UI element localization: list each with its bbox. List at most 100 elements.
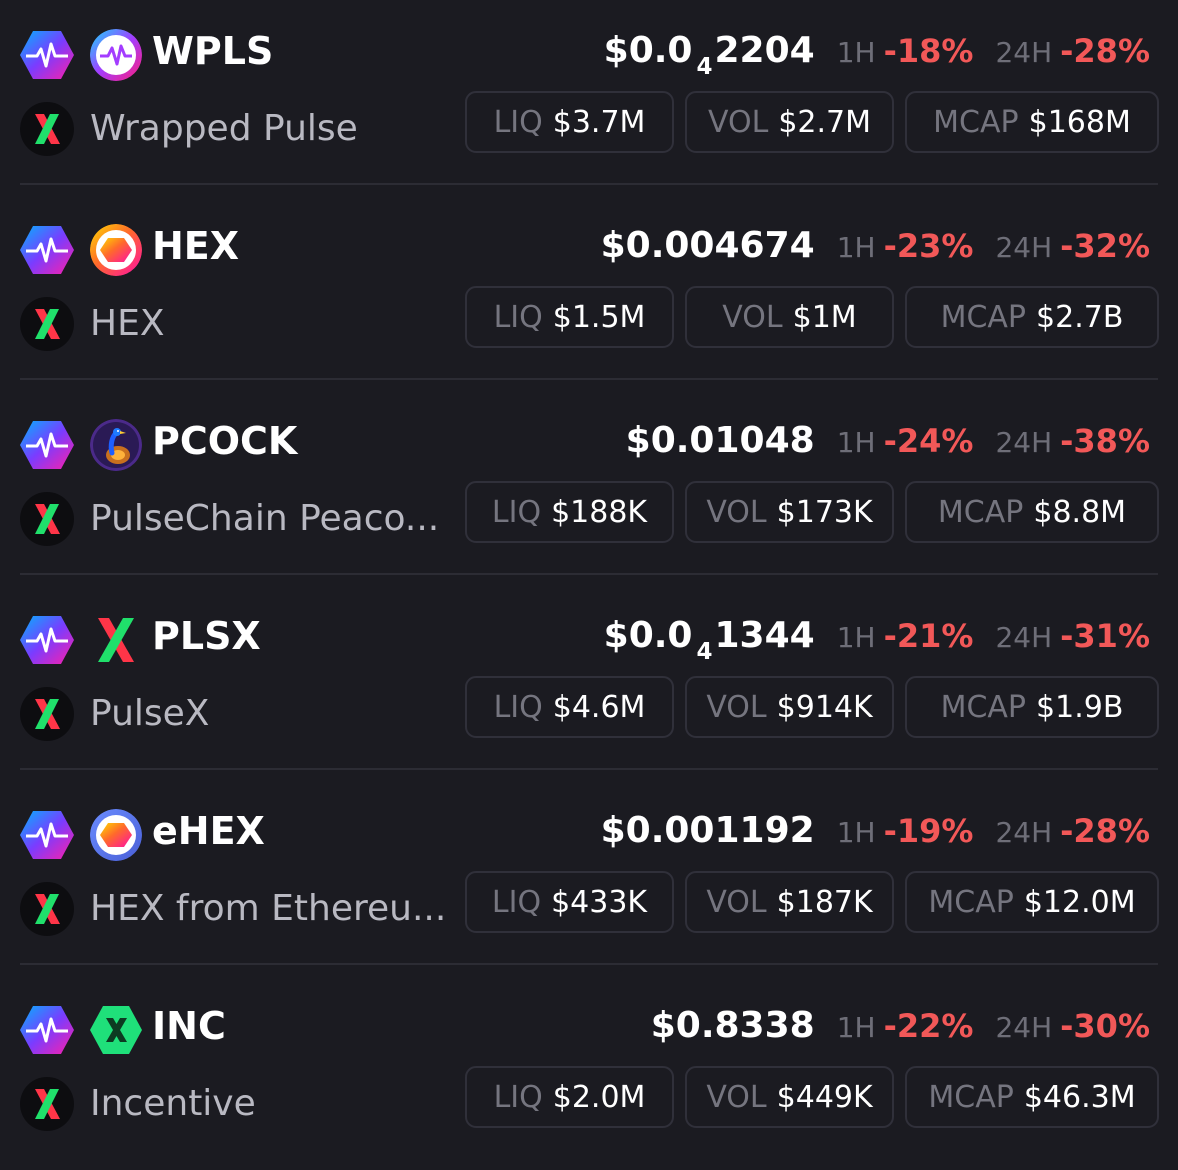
change-24h: -28% <box>1060 32 1150 70</box>
mcap-value: $8.8M <box>1033 494 1127 530</box>
volume-pill: VOL $449K <box>685 1066 894 1128</box>
vol-value: $173K <box>776 494 873 530</box>
change-24h: -30% <box>1060 1007 1150 1045</box>
change-24h-label: 24H <box>995 1011 1053 1044</box>
change-24h: -32% <box>1060 227 1150 265</box>
change-1h: -24% <box>883 422 974 460</box>
pulsechain-icon <box>20 225 74 275</box>
market-cap-pill: MCAP $46.3M <box>905 1066 1159 1128</box>
token-symbol: PLSX <box>152 614 261 658</box>
token-name: Wrapped Pulse <box>90 108 358 149</box>
row-divider <box>20 183 1158 185</box>
liquidity-pill: LIQ $188K <box>465 481 674 543</box>
mcap-value: $2.7B <box>1036 299 1124 335</box>
row-divider <box>20 768 1158 770</box>
pulsex-icon <box>20 1077 74 1131</box>
token-name: HEX <box>90 303 165 344</box>
mcap-value: $46.3M <box>1023 1079 1136 1115</box>
liq-label: LIQ <box>493 1079 543 1115</box>
mcap-label: MCAP <box>928 1079 1014 1115</box>
pulsex-icon <box>20 687 74 741</box>
mcap-label: MCAP <box>928 884 1014 920</box>
liquidity-pill: LIQ $4.6M <box>465 676 674 738</box>
vol-label: VOL <box>706 1079 767 1115</box>
change-24h: -38% <box>1060 422 1150 460</box>
change-1h-label: 1H <box>836 621 876 654</box>
vol-label: VOL <box>706 689 767 725</box>
liq-value: $1.5M <box>552 299 646 335</box>
liquidity-pill: LIQ $2.0M <box>465 1066 674 1128</box>
row-divider <box>20 963 1158 965</box>
vol-value: $187K <box>776 884 873 920</box>
row-divider <box>20 573 1158 575</box>
pulsex-icon <box>20 297 74 351</box>
price-line: $0.0 4 2204 1H -18% 24H -28% <box>603 28 1150 80</box>
pulsex-x-icon <box>90 614 142 666</box>
price-value: $0.004674 <box>600 225 815 266</box>
price-line: $0.001192 1H -19% 24H -28% <box>595 808 1150 856</box>
incentive-icon <box>90 1004 142 1056</box>
change-1h-label: 1H <box>836 816 876 849</box>
token-row[interactable]: PCOCK PulseChain Peaco... $0.01048 1H -24… <box>0 390 1178 585</box>
pulse-heartbeat-icon <box>90 29 142 81</box>
vol-label: VOL <box>706 884 767 920</box>
price-line: $0.0 4 1344 1H -21% 24H -31% <box>604 613 1150 665</box>
liquidity-pill: LIQ $1.5M <box>465 286 674 348</box>
volume-pill: VOL $187K <box>685 871 894 933</box>
price-subscript: 4 <box>696 54 713 80</box>
volume-pill: VOL $1M <box>685 286 894 348</box>
volume-pill: VOL $2.7M <box>685 91 894 153</box>
vol-label: VOL <box>706 494 767 530</box>
market-cap-pill: MCAP $2.7B <box>905 286 1159 348</box>
price-value: 2204 <box>714 30 815 71</box>
token-symbol: HEX <box>152 224 240 268</box>
vol-value: $1M <box>792 299 857 335</box>
vol-value: $914K <box>776 689 873 725</box>
token-row[interactable]: PLSX PulseX $0.0 4 1344 1H -21% 24H -31% LIQ… <box>0 585 1178 780</box>
token-symbol: eHEX <box>152 809 265 853</box>
row-divider <box>20 378 1158 380</box>
price-value: 1344 <box>714 615 815 656</box>
token-symbol: WPLS <box>152 29 274 73</box>
liq-value: $4.6M <box>552 689 646 725</box>
token-row[interactable]: eHEX HEX from Ethereu... $0.001192 1H -19… <box>0 780 1178 975</box>
volume-pill: VOL $914K <box>685 676 894 738</box>
change-24h-label: 24H <box>995 36 1053 69</box>
change-1h-label: 1H <box>836 231 876 264</box>
ehex-icon <box>90 809 142 861</box>
vol-label: VOL <box>722 299 783 335</box>
liq-value: $188K <box>551 494 648 530</box>
change-1h: -19% <box>883 812 974 850</box>
change-1h-label: 1H <box>836 426 876 459</box>
token-row[interactable]: HEX HEX $0.004674 1H -23% 24H -32% LIQ $1.5… <box>0 195 1178 390</box>
token-symbol: PCOCK <box>152 419 298 463</box>
token-symbol: INC <box>152 1004 226 1048</box>
token-name: Incentive <box>90 1083 256 1124</box>
price-line: $0.01048 1H -24% 24H -38% <box>620 418 1150 466</box>
liq-label: LIQ <box>491 494 542 530</box>
token-list: WPLS Wrapped Pulse $0.0 4 2204 1H -18% 24H -… <box>0 0 1178 1154</box>
liq-value: $2.0M <box>552 1079 646 1115</box>
token-row[interactable]: WPLS Wrapped Pulse $0.0 4 2204 1H -18% 24H -… <box>0 0 1178 195</box>
change-24h-label: 24H <box>995 426 1053 459</box>
mcap-label: MCAP <box>937 494 1024 530</box>
token-row[interactable]: INC Incentive $0.8338 1H -22% 24H -30% LIQ… <box>0 975 1178 1170</box>
liq-value: $3.7M <box>552 104 646 140</box>
change-1h: -22% <box>883 1007 974 1045</box>
market-cap-pill: MCAP $1.9B <box>905 676 1159 738</box>
token-name: PulseX <box>90 693 210 734</box>
market-cap-pill: MCAP $8.8M <box>905 481 1159 543</box>
price-subscript: 4 <box>696 639 713 665</box>
mcap-label: MCAP <box>933 104 1019 140</box>
pulsex-icon <box>20 102 74 156</box>
liq-label: LIQ <box>493 689 543 725</box>
change-24h: -28% <box>1060 812 1150 850</box>
price-prefix: $0.0 <box>603 30 693 71</box>
pulsex-icon <box>20 882 74 936</box>
vol-value: $449K <box>776 1079 873 1115</box>
liquidity-pill: LIQ $3.7M <box>465 91 674 153</box>
token-name: PulseChain Peaco... <box>90 498 440 539</box>
liquidity-pill: LIQ $433K <box>465 871 674 933</box>
change-1h: -23% <box>883 227 974 265</box>
pulsechain-icon <box>20 615 74 665</box>
